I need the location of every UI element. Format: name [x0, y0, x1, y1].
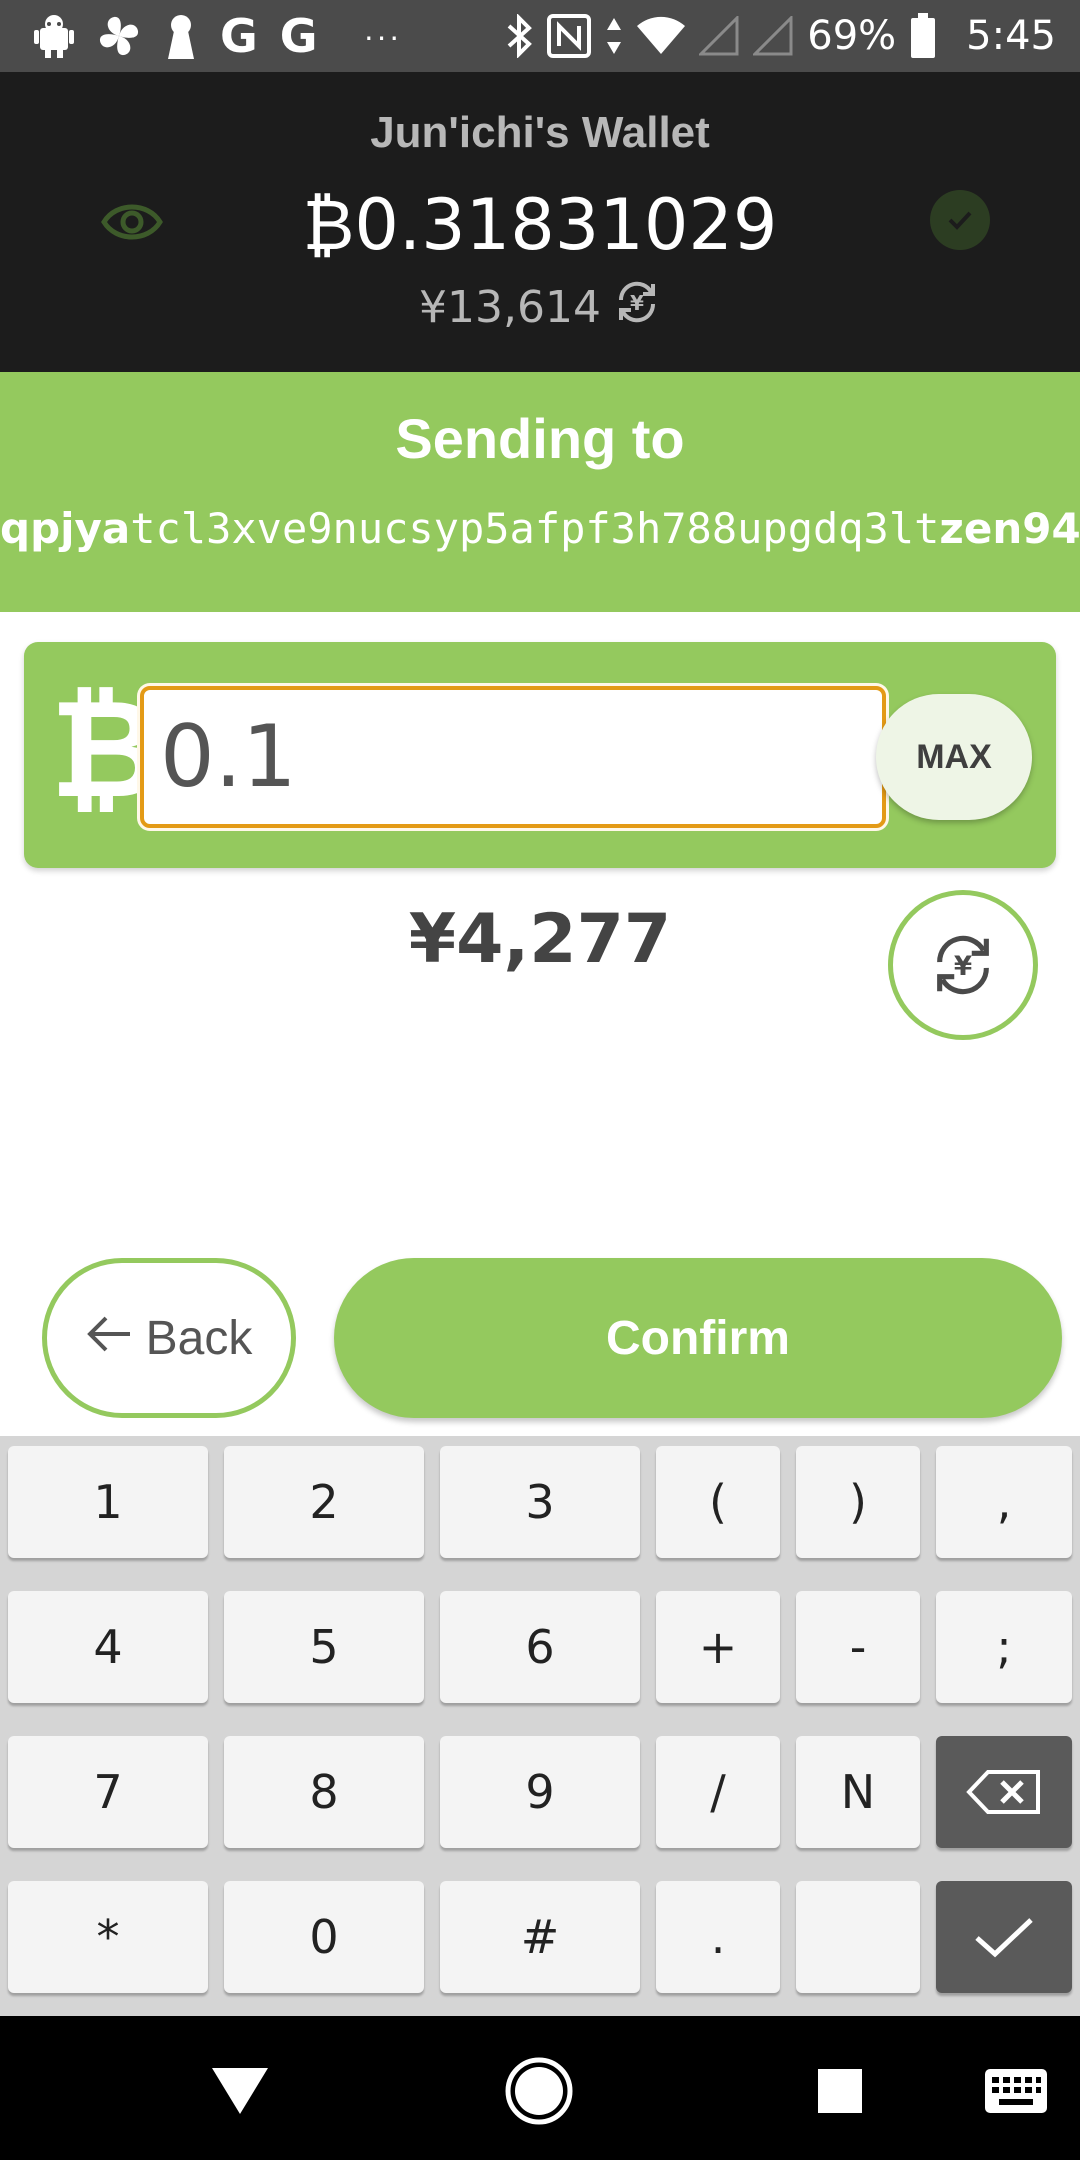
currency-toggle-button[interactable]: ¥ [888, 890, 1038, 1040]
confirm-button[interactable]: Confirm [334, 1258, 1062, 1418]
key-9[interactable]: 9 [440, 1736, 640, 1848]
key-5[interactable]: 5 [224, 1591, 424, 1703]
currency-swap-icon: ¥ [937, 935, 989, 995]
fiat-balance-row: ¥13,614 ¥ [0, 278, 1080, 337]
key-slash[interactable]: / [656, 1736, 780, 1848]
fiat-balance: ¥13,614 [419, 282, 601, 333]
max-button[interactable]: MAX [876, 694, 1032, 820]
back-label: Back [145, 1311, 253, 1365]
google-icon: G [279, 9, 318, 63]
status-bar: G G ··· 69% 5:45 [0, 0, 1080, 72]
key-6[interactable]: 6 [440, 1591, 640, 1703]
data-arrows-icon [605, 14, 623, 58]
checkmark-icon [975, 1918, 1033, 1958]
key-3[interactable]: 3 [440, 1446, 640, 1558]
key-plus[interactable]: + [656, 1591, 780, 1703]
android-debug-icon [34, 14, 74, 58]
wallet-name: Jun'ichi's Wallet [370, 108, 710, 157]
key-close-paren[interactable]: ) [796, 1446, 920, 1558]
key-comma[interactable]: , [936, 1446, 1072, 1558]
recipient-address: qpjyatcl3xve9nucsyp5afpf3h788upgdq3ltzen… [0, 504, 1080, 553]
address-prefix: qpjya [0, 504, 131, 553]
key-7[interactable]: 7 [8, 1736, 208, 1848]
bluetooth-icon [505, 14, 533, 58]
clock: 5:45 [966, 13, 1056, 59]
wallet-balance: ₿0.31831029 [302, 184, 778, 266]
key-minus[interactable]: - [796, 1591, 920, 1703]
nav-recents-icon[interactable] [805, 2056, 875, 2126]
google-icon: G [220, 9, 258, 63]
done-key[interactable] [936, 1881, 1072, 1993]
signal-icon [699, 16, 739, 56]
amount-card: ₿ MAX [24, 642, 1056, 868]
address-middle: tcl3xve9nucsyp5afpf3h788upgdq3lt [130, 504, 940, 553]
wifi-icon [637, 16, 686, 56]
wallet-header: Jun'ichi's Wallet ₿0.31831029 ¥13,614 ¥ [0, 72, 1080, 372]
numeric-keyboard: 1 2 3 ( ) , 4 5 6 + - ; 7 8 9 / N * 0 # … [0, 1436, 1080, 2016]
pinwheel-icon [96, 13, 142, 59]
key-space[interactable] [796, 1881, 920, 1993]
key-8[interactable]: 8 [224, 1736, 424, 1848]
sending-to-panel: Sending to qpjyatcl3xve9nucsyp5afpf3h788… [0, 372, 1080, 612]
more-notifications-icon: ··· [363, 17, 402, 54]
svg-text:¥: ¥ [630, 291, 644, 315]
nfc-icon [547, 14, 592, 58]
key-4[interactable]: 4 [8, 1591, 208, 1703]
backspace-key[interactable] [936, 1736, 1072, 1848]
key-0[interactable]: 0 [224, 1881, 424, 1993]
key-1[interactable]: 1 [8, 1446, 208, 1558]
key-n[interactable]: N [796, 1736, 920, 1848]
keyhole-icon [164, 13, 198, 59]
amount-input[interactable] [140, 686, 886, 828]
key-semicolon[interactable]: ; [936, 1591, 1072, 1703]
keyboard-switch-icon[interactable] [976, 2056, 1056, 2126]
nav-back-icon[interactable] [205, 2056, 275, 2126]
signal-icon [753, 16, 793, 56]
key-asterisk[interactable]: * [8, 1881, 208, 1993]
backspace-icon [966, 1770, 1040, 1814]
back-button[interactable]: Back [42, 1258, 296, 1418]
battery-percent: 69% [807, 13, 897, 59]
address-suffix: zen94 [939, 504, 1080, 553]
battery-icon [910, 13, 936, 59]
currency-swap-icon: ¥ [613, 278, 661, 337]
sending-title: Sending to [395, 407, 685, 470]
key-2[interactable]: 2 [224, 1446, 424, 1558]
key-period[interactable]: . [656, 1881, 780, 1993]
svg-text:¥: ¥ [954, 952, 972, 982]
key-hash[interactable]: # [440, 1881, 640, 1993]
key-open-paren[interactable]: ( [656, 1446, 780, 1558]
check-badge-icon [930, 190, 990, 250]
nav-home-icon[interactable] [504, 2056, 574, 2126]
system-nav-bar [0, 2016, 1080, 2160]
arrow-left-icon [86, 1311, 132, 1366]
